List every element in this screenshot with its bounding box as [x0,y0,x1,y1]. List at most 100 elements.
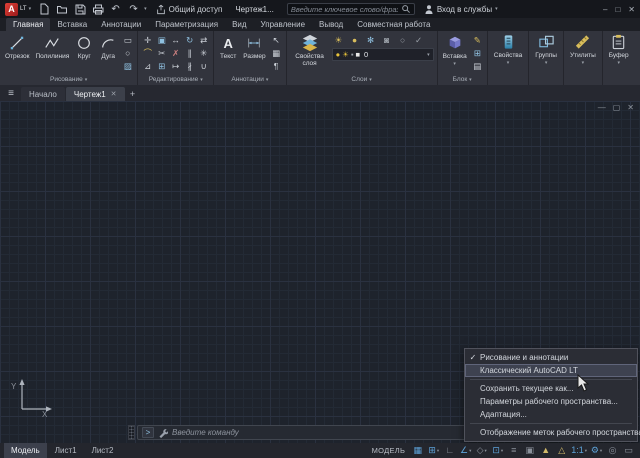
qat-customize-caret[interactable]: ▾ [144,6,147,12]
tab-view[interactable]: Вид [225,18,253,31]
move-icon[interactable]: ✛ [141,34,154,46]
redo-button[interactable]: ↷ [126,2,141,16]
attributes-icon[interactable]: ▤ [471,60,484,72]
close-button[interactable]: ✕ [628,5,635,14]
table-icon[interactable]: ▦ [270,47,283,59]
undo-button[interactable]: ↶ [108,2,123,16]
break-icon[interactable]: ∦ [183,60,196,72]
command-prompt-icon[interactable]: > [142,427,154,438]
panel-label-block[interactable]: Блок ▾ [438,74,487,85]
tab-manage[interactable]: Управление [254,18,312,31]
sign-in-button[interactable]: Вход в службы ▾ [424,4,498,15]
selection-cycling-icon[interactable]: ▣ [522,444,537,457]
panel-label-modify[interactable]: Редактирование ▾ [138,74,213,85]
array-icon[interactable]: ⊞ [155,60,168,72]
layer-off-icon[interactable]: ○ [396,34,410,46]
new-tab-button[interactable]: + [126,87,140,101]
menu-item-customize[interactable]: Адаптация... [465,408,637,421]
tab-insert[interactable]: Вставка [50,18,94,31]
panel-label-draw[interactable]: Рисование ▾ [0,74,137,85]
scale-icon[interactable]: ⊿ [141,60,154,72]
model-tab[interactable]: Модель [4,443,47,458]
insert-block-button[interactable]: Вставка ▾ [441,33,469,68]
close-tab-icon[interactable]: ✕ [111,90,117,98]
snap-icon[interactable]: ⊞ ▾ [426,444,441,457]
plot-button[interactable] [90,2,105,16]
command-bar[interactable]: > [137,425,472,440]
polar-tracking-icon[interactable]: ∠ ▾ [458,444,473,457]
menu-item-drafting-annotation[interactable]: ✓ Рисование и аннотации [465,351,637,364]
text-style-icon[interactable]: ¶ [270,60,283,72]
tab-home[interactable]: Главная [6,18,50,31]
save-button[interactable] [72,2,87,16]
panel-properties[interactable]: Свойства ▾ [488,31,530,85]
annotation-scale-icon[interactable]: 1:1 ▾ [570,444,588,457]
copy-icon[interactable]: ▣ [155,34,168,46]
menu-item-workspace-settings[interactable]: Параметры рабочего пространства... [465,395,637,408]
clean-screen-icon[interactable]: ▭ [621,444,636,457]
circle-button[interactable]: Круг [73,33,95,61]
arc-button[interactable]: Дуга [97,33,119,61]
fillet-icon[interactable]: ⌒ [141,47,154,59]
autoscale-icon[interactable]: △ [554,444,569,457]
lineweight-icon[interactable]: ≡ [506,444,521,457]
layout2-tab[interactable]: Лист2 [85,443,121,458]
file-tab-drawing1[interactable]: Чертеж1 ✕ [66,87,125,101]
create-block-icon[interactable]: ⊞ [471,47,484,59]
file-tab-start[interactable]: Начало [21,87,65,101]
open-button[interactable] [54,2,69,16]
application-menu-button[interactable]: A LT ▾ [5,3,31,16]
tab-annotate[interactable]: Аннотации [94,18,148,31]
grid-icon[interactable]: ▦ [410,444,425,457]
menu-item-save-current-as[interactable]: Сохранить текущее как... [465,382,637,395]
explode-icon[interactable]: ✳ [197,47,210,59]
multileader-icon[interactable]: ↖ [270,34,283,46]
join-icon[interactable]: ∪ [197,60,210,72]
hatch-icon[interactable]: ▨ [121,60,134,72]
dimension-button[interactable]: Размер [241,33,267,61]
layer-lock-icon[interactable]: ◙ [380,34,394,46]
tab-parametric[interactable]: Параметризация [148,18,225,31]
object-snap-icon[interactable]: ⊡ ▾ [490,444,505,457]
lengthen-icon[interactable]: ↦ [169,60,182,72]
workspace-gear-icon[interactable]: ⚙ ▾ [589,444,604,457]
share-button[interactable]: Общий доступ [156,4,223,15]
drawing-minimize-button[interactable]: — [598,103,606,112]
new-drawing-button[interactable] [36,2,51,16]
text-button[interactable]: A Текст [217,33,239,61]
command-line[interactable]: > [128,425,472,440]
layer-dropdown[interactable]: ●☀▪■ 0 ▾ [332,48,434,61]
layer-properties-button[interactable]: Свойства слоя [290,33,330,69]
stretch-icon[interactable]: ↔ [169,34,182,46]
layer-bulb-icon[interactable]: ● [348,34,362,46]
wrench-icon[interactable] [158,428,168,438]
drawing-canvas[interactable]: — ▢ ✕ Y X > ✓ [0,101,640,443]
line-button[interactable]: Отрезок [3,33,32,61]
minimize-button[interactable]: – [603,5,607,14]
panel-utilities[interactable]: Утилиты ▾ [564,31,603,85]
drawing-close-button[interactable]: ✕ [627,103,634,112]
layer-freeze-icon[interactable]: ✻ [364,34,378,46]
command-line-grip[interactable] [128,425,135,440]
polyline-button[interactable]: Полилиния [34,33,72,61]
help-search-box[interactable] [287,3,415,15]
rectangle-icon[interactable]: ▭ [121,34,134,46]
menu-item-display-workspace-labels[interactable]: Отображение меток рабочего пространства [465,426,637,439]
maximize-button[interactable]: □ [615,5,620,14]
layer-match-icon[interactable]: ✓ [412,34,426,46]
erase-icon[interactable]: ✗ [169,47,182,59]
isodraft-icon[interactable]: ◇ ▾ [474,444,489,457]
panel-clipboard[interactable]: Буфер ▾ [603,31,635,85]
annotation-visibility-icon[interactable]: ▲ [538,444,553,457]
panel-label-annotation[interactable]: Аннотации ▾ [214,74,285,85]
menu-item-classic-autocad-lt[interactable]: Классический AutoCAD LT [465,364,637,377]
file-tabs-menu-icon[interactable]: ≡ [2,86,20,101]
tab-collaborate[interactable]: Совместная работа [350,18,437,31]
panel-groups[interactable]: Группы ▾ [529,31,564,85]
search-input[interactable] [291,5,398,14]
ellipse-icon[interactable]: ○ [121,47,134,59]
rotate-icon[interactable]: ↻ [183,34,196,46]
ortho-icon[interactable]: ∟ [442,444,457,457]
tab-output[interactable]: Вывод [312,18,350,31]
offset-icon[interactable]: ∥ [183,47,196,59]
